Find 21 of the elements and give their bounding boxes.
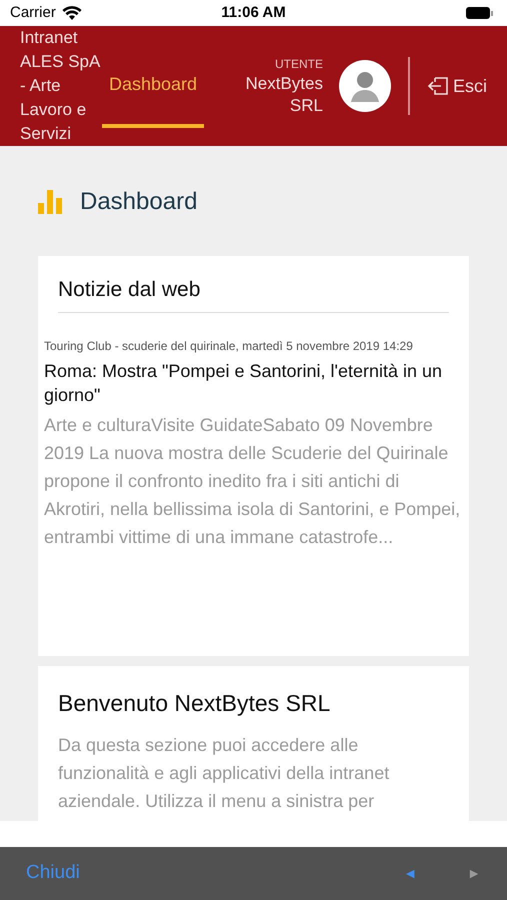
card-title: Notizie dal web xyxy=(58,278,200,301)
avatar-icon xyxy=(338,60,391,112)
status-time: 11:06 AM xyxy=(221,2,286,23)
news-summary: Arte e culturaVisite GuidateSabato 09 Novembre 2019 La nuova mostra delle Scuderie del Quirinale propone il confronto inedito fra i siti antichi di Akrotiri, nella bellissima isola di Santorini, e Pompei, entrambi vittime di una immane catastrofe... xyxy=(44,414,462,548)
bar-chart-icon xyxy=(38,190,62,214)
logout-button[interactable]: Esci xyxy=(426,72,487,100)
news-source: Touring Club - scuderie del quirinale, martedì 5 novembre 2019 14:29 xyxy=(44,338,414,354)
logout-icon xyxy=(426,76,449,96)
news-headline[interactable]: Roma: Mostra "Pompei e Santorini, l'eternità in un giorno" xyxy=(44,358,463,406)
card-title: Benvenuto NextBytes SRL xyxy=(58,689,332,718)
user-name: NextBytes SRL xyxy=(244,73,323,117)
carrier-label: Carrier xyxy=(10,2,56,23)
close-button[interactable]: Chiudi xyxy=(26,859,80,888)
back-button[interactable]: ◄ xyxy=(403,863,418,884)
battery-icon xyxy=(466,7,493,19)
app-title: Intranet ALES SpA - Arte Lavoro e Servizi xyxy=(20,27,100,145)
nav-tab[interactable]: Dashboard xyxy=(102,44,204,128)
user-label: UTENTE xyxy=(274,56,323,73)
wifi-icon xyxy=(62,6,82,20)
page-title: Dashboard xyxy=(80,187,198,217)
welcome-text: Da questa sezione puoi accedere alle funzionalità e agli applicativi della intranet aziendale. Utilizza il menu a sinistra per xyxy=(58,734,390,813)
